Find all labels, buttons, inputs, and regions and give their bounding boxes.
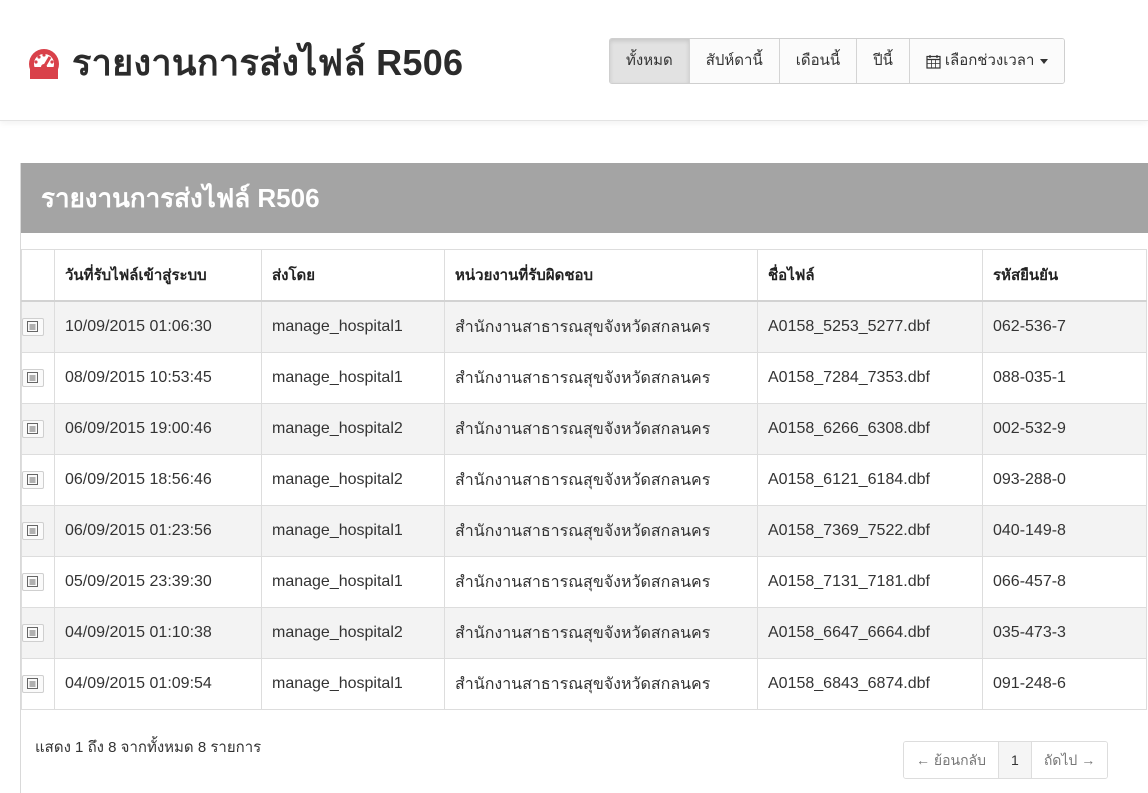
pagination: ← ย้อนกลับ 1 ถัดไป → — [903, 741, 1109, 779]
cell-code: 035-473-3 — [982, 607, 1147, 659]
cell-sender: manage_hospital1 — [261, 556, 445, 608]
cell-filename: A0158_6266_6308.dbf — [757, 403, 983, 455]
column-header-sender[interactable]: ส่งโดย — [261, 249, 445, 302]
column-header-agency[interactable]: หน่วยงานที่รับผิดชอบ — [444, 249, 758, 302]
date-range-filter: ทั้งหมด สัปห์ดานี้ เดือนนี้ ปีนี้ เลือกช… — [609, 38, 1066, 84]
table-row: 04/09/2015 01:09:54 manage_hospital1 สำน… — [21, 658, 1147, 710]
column-header-filename[interactable]: ชื่อไฟล์ — [757, 249, 983, 302]
cell-received: 04/09/2015 01:10:38 — [54, 607, 262, 659]
calendar-icon — [926, 54, 941, 69]
table-row: 06/09/2015 19:00:46 manage_hospital2 สำน… — [21, 403, 1147, 455]
cell-agency: สำนักงานสาธารณสุขจังหวัดสกลนคร — [444, 505, 758, 557]
table-row: 08/09/2015 10:53:45 manage_hospital1 สำน… — [21, 352, 1147, 404]
cell-received: 05/09/2015 23:39:30 — [54, 556, 262, 608]
cell-sender: manage_hospital1 — [261, 352, 445, 404]
file-report-table: วันที่รับไฟล์เข้าสู่ระบบ ส่งโดย หน่วยงาน… — [21, 249, 1147, 710]
cell-code: 093-288-0 — [982, 454, 1147, 506]
custom-range-label: เลือกช่วงเวลา — [944, 52, 1035, 69]
cell-code: 002-532-9 — [982, 403, 1147, 455]
column-header-code[interactable]: รหัสยืนยัน — [982, 249, 1147, 302]
cell-filename: A0158_6647_6664.dbf — [757, 607, 983, 659]
cell-filename: A0158_7369_7522.dbf — [757, 505, 983, 557]
panel-heading: รายงานการส่งไฟล์ R506 — [21, 163, 1148, 233]
pagination-next-button[interactable]: ถัดไป → — [1031, 742, 1108, 778]
cell-received: 10/09/2015 01:06:30 — [54, 300, 262, 353]
cell-agency: สำนักงานสาธารณสุขจังหวัดสกลนคร — [444, 658, 758, 710]
cell-agency: สำนักงานสาธารณสุขจังหวัดสกลนคร — [444, 556, 758, 608]
document-icon[interactable] — [22, 572, 44, 591]
cell-sender: manage_hospital2 — [261, 454, 445, 506]
cell-code: 062-536-7 — [982, 300, 1147, 353]
cell-received: 06/09/2015 18:56:46 — [54, 454, 262, 506]
document-icon[interactable] — [22, 470, 44, 489]
column-header-icon — [21, 249, 55, 302]
cell-received: 06/09/2015 19:00:46 — [54, 403, 262, 455]
cell-received: 04/09/2015 01:09:54 — [54, 658, 262, 710]
document-icon[interactable] — [22, 521, 44, 540]
cell-filename: A0158_7284_7353.dbf — [757, 352, 983, 404]
document-icon[interactable] — [22, 317, 44, 336]
table-row: 06/09/2015 01:23:56 manage_hospital1 สำน… — [21, 505, 1147, 557]
cell-code: 066-457-8 — [982, 556, 1147, 608]
document-icon[interactable] — [22, 368, 44, 387]
table-row: 10/09/2015 01:06:30 manage_hospital1 สำน… — [21, 300, 1147, 353]
pagination-page-1[interactable]: 1 — [999, 742, 1032, 778]
table-row: 05/09/2015 23:39:30 manage_hospital1 สำน… — [21, 556, 1147, 608]
table-row: 06/09/2015 18:56:46 manage_hospital2 สำน… — [21, 454, 1147, 506]
cell-sender: manage_hospital1 — [261, 505, 445, 557]
report-panel: รายงานการส่งไฟล์ R506 วันที่รับไฟล์เข้าส… — [20, 163, 1148, 793]
cell-code: 040-149-8 — [982, 505, 1147, 557]
table-info-text: แสดง 1 ถึง 8 จากทั้งหมด 8 รายการ — [35, 739, 262, 756]
cell-received: 06/09/2015 01:23:56 — [54, 505, 262, 557]
cell-agency: สำนักงานสาธารณสุขจังหวัดสกลนคร — [444, 403, 758, 455]
cell-sender: manage_hospital1 — [261, 300, 445, 353]
cell-sender: manage_hospital2 — [261, 607, 445, 659]
cell-sender: manage_hospital1 — [261, 658, 445, 710]
range-this-year-button[interactable]: ปีนี้ — [857, 39, 910, 83]
document-icon[interactable] — [22, 419, 44, 438]
top-header: รายงานการส่งไฟล์ R506 ทั้งหมด สัปห์ดานี้… — [0, 0, 1148, 121]
page-title: รายงานการส่งไฟล์ R506 — [26, 34, 463, 91]
cell-filename: A0158_5253_5277.dbf — [757, 300, 983, 353]
panel-body: วันที่รับไฟล์เข้าสู่ระบบ ส่งโดย หน่วยงาน… — [21, 233, 1148, 710]
cell-filename: A0158_7131_7181.dbf — [757, 556, 983, 608]
column-header-received[interactable]: วันที่รับไฟล์เข้าสู่ระบบ — [54, 249, 262, 302]
document-icon[interactable] — [22, 674, 44, 693]
page-title-text: รายงานการส่งไฟล์ R506 — [72, 42, 464, 83]
range-this-month-button[interactable]: เดือนนี้ — [779, 39, 858, 83]
dashboard-icon — [29, 48, 59, 79]
cell-code: 088-035-1 — [982, 352, 1147, 404]
chevron-down-icon — [1040, 58, 1049, 64]
cell-sender: manage_hospital2 — [261, 403, 445, 455]
cell-filename: A0158_6121_6184.dbf — [757, 454, 983, 506]
cell-filename: A0158_6843_6874.dbf — [757, 658, 983, 710]
cell-agency: สำนักงานสาธารณสุขจังหวัดสกลนคร — [444, 607, 758, 659]
cell-agency: สำนักงานสาธารณสุขจังหวัดสกลนคร — [444, 454, 758, 506]
cell-received: 08/09/2015 10:53:45 — [54, 352, 262, 404]
cell-code: 091-248-6 — [982, 658, 1147, 710]
cell-agency: สำนักงานสาธารณสุขจังหวัดสกลนคร — [444, 300, 758, 353]
document-icon[interactable] — [22, 623, 44, 642]
table-row: 04/09/2015 01:10:38 manage_hospital2 สำน… — [21, 607, 1147, 659]
custom-range-dropdown[interactable]: เลือกช่วงเวลา — [909, 39, 1065, 83]
table-header-row: วันที่รับไฟล์เข้าสู่ระบบ ส่งโดย หน่วยงาน… — [21, 249, 1147, 302]
range-all-button[interactable]: ทั้งหมด — [610, 39, 690, 83]
range-this-week-button[interactable]: สัปห์ดานี้ — [689, 39, 780, 83]
pagination-prev-button[interactable]: ← ย้อนกลับ — [904, 742, 1000, 778]
cell-agency: สำนักงานสาธารณสุขจังหวัดสกลนคร — [444, 352, 758, 404]
